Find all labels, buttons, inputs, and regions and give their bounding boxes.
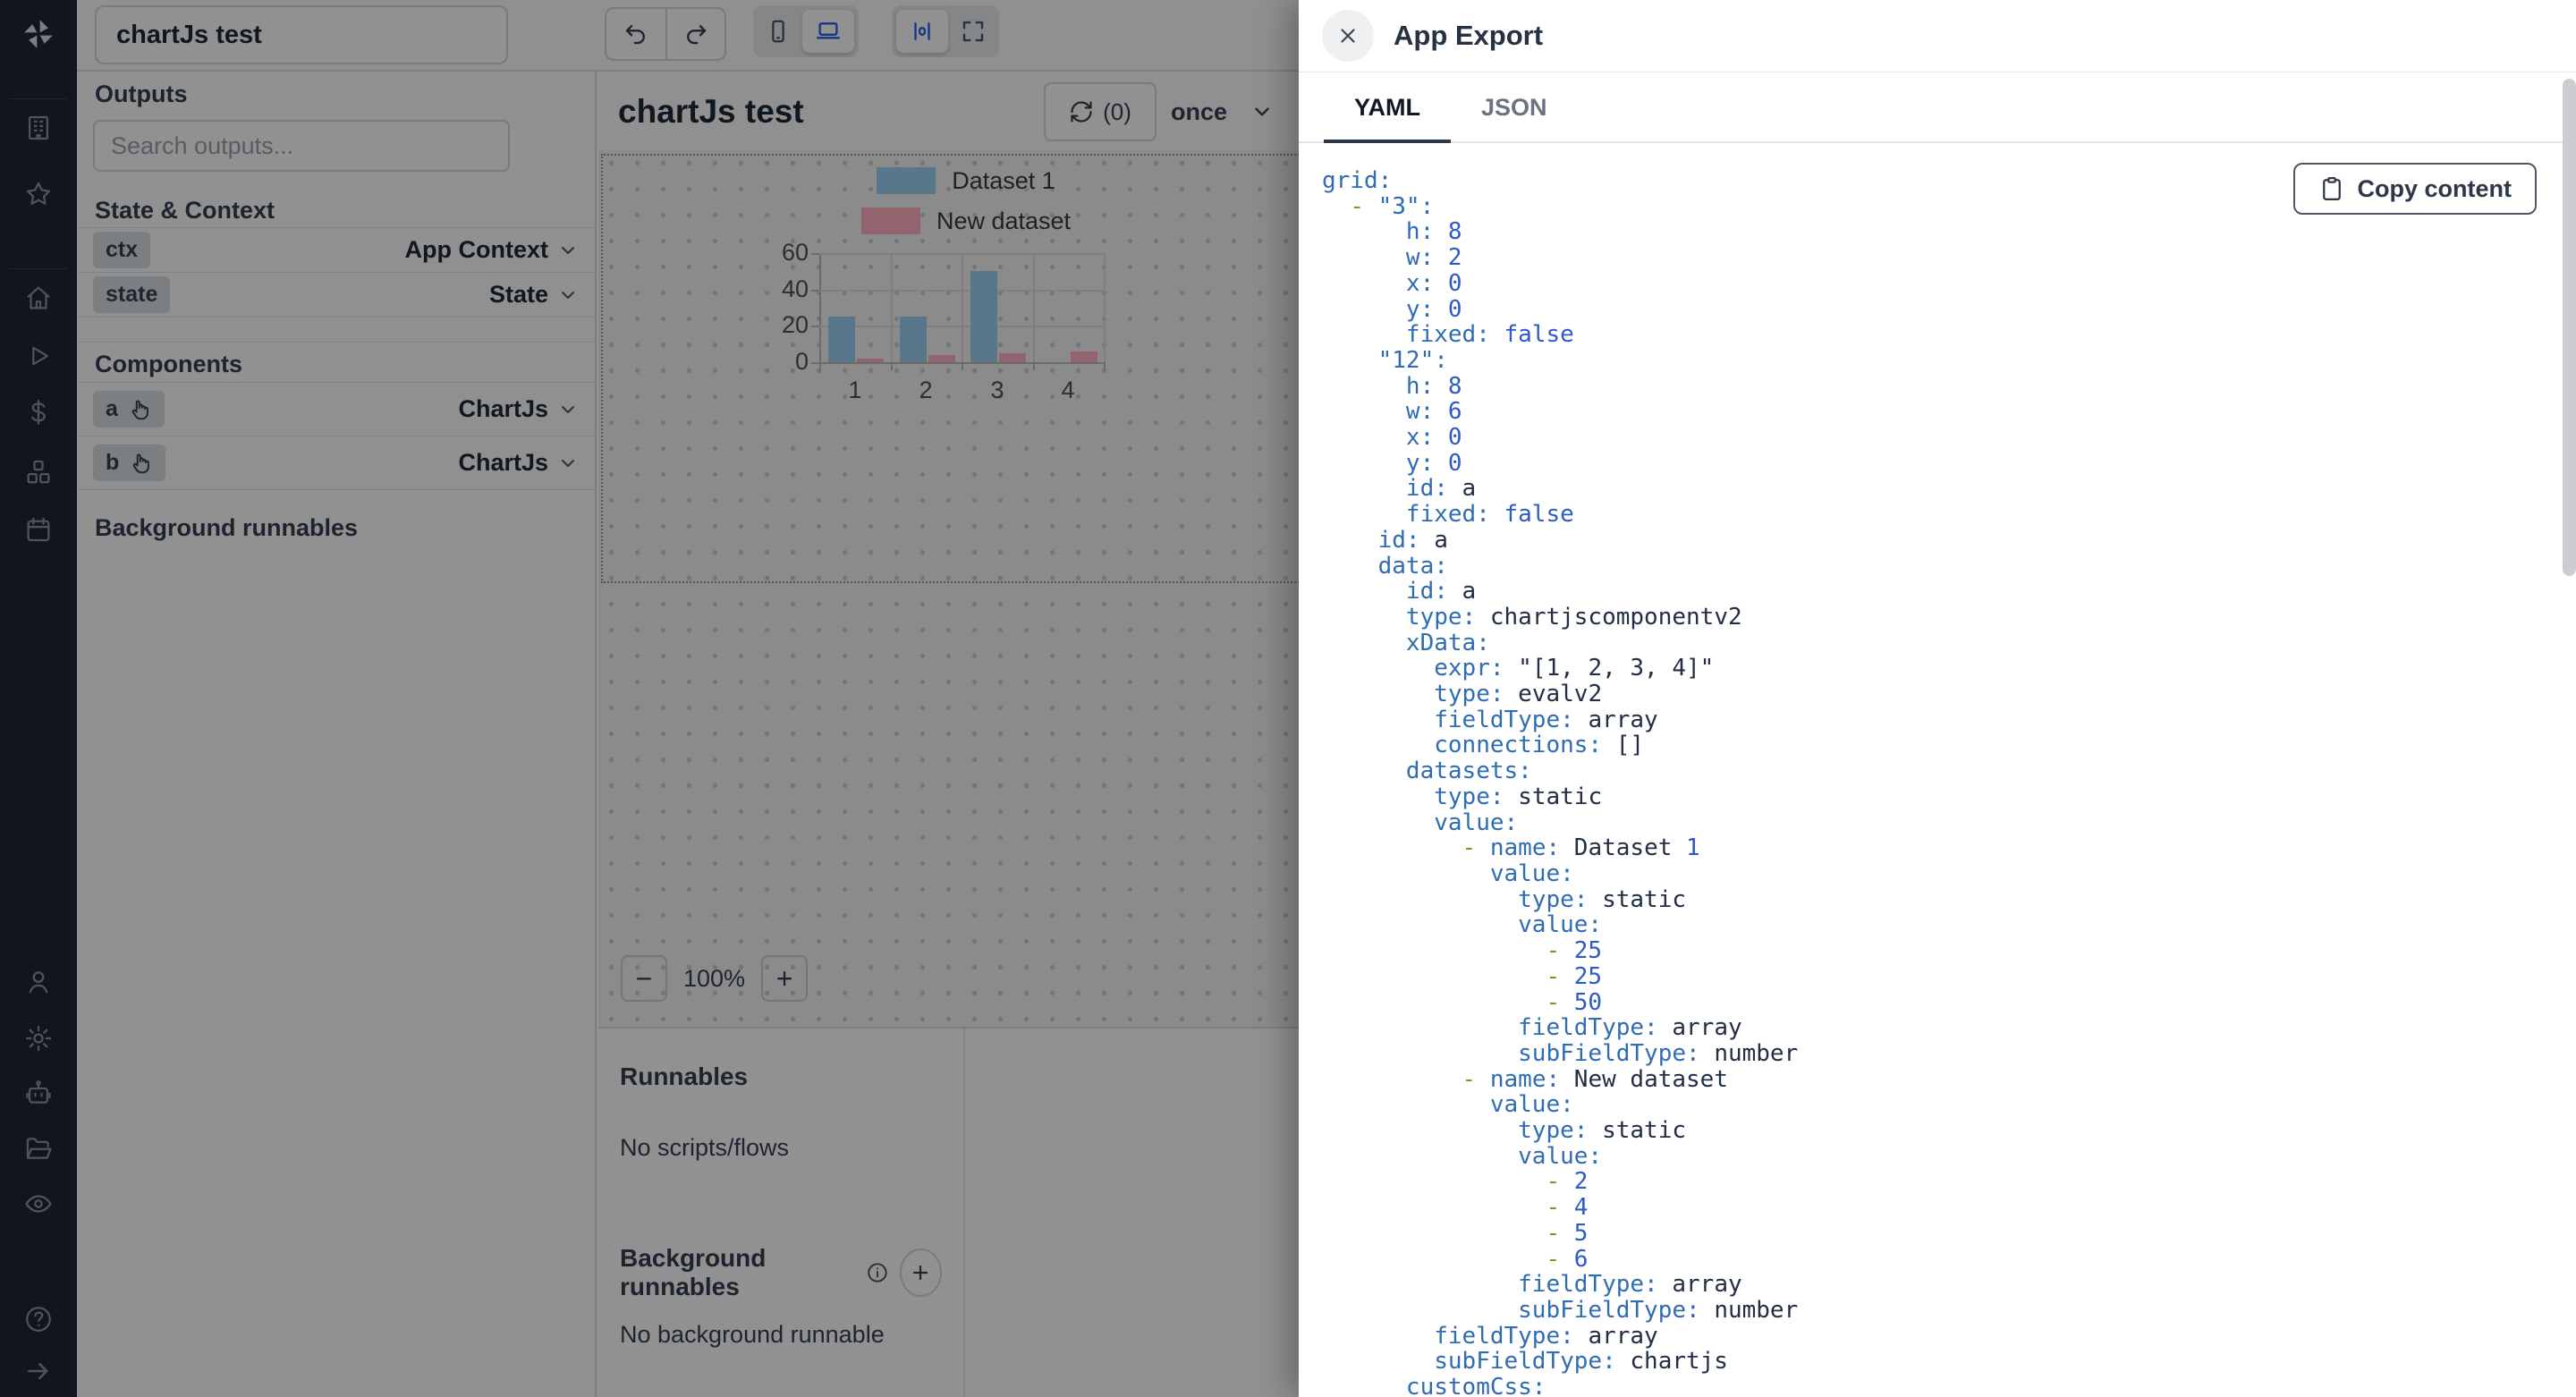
code-line: subFieldType: number — [1518, 1039, 1799, 1067]
code-line: type: static — [1518, 885, 1687, 913]
code-line: type: evalv2 — [1434, 681, 1603, 708]
code-line: type: static — [1434, 783, 1603, 810]
code-line: h: 8 — [1405, 372, 1462, 400]
code-line: h: 8 — [1405, 218, 1462, 246]
code-line: value: — [1518, 911, 1603, 939]
code-line: fixed: false — [1405, 321, 1574, 349]
clipboard-icon — [2322, 177, 2341, 200]
code-line: xData: — [1405, 629, 1490, 656]
code-line: x: 0 — [1405, 424, 1462, 452]
code-line: value: — [1518, 1142, 1603, 1170]
code-line: subFieldType: chartjs — [1434, 1348, 1728, 1376]
code-line: fieldType: array — [1434, 706, 1658, 733]
code-line: value: — [1489, 1091, 1574, 1119]
drawer-backdrop[interactable] — [0, 0, 1299, 1397]
code-line: w: 6 — [1405, 398, 1462, 426]
code-line: id: a — [1405, 475, 1477, 503]
copy-content-button[interactable]: Copy content — [2292, 163, 2537, 215]
drawer-title: App Export — [1394, 20, 1544, 51]
code-line: customCss: — [1405, 1374, 1546, 1397]
app-export-drawer: App Export YAML JSON Copy content grid: … — [1299, 0, 2576, 1397]
code-line: - 5 — [1546, 1219, 1589, 1247]
code-line: - 6 — [1546, 1245, 1589, 1273]
code-line: datasets: — [1405, 758, 1532, 785]
tab-yaml[interactable]: YAML — [1324, 73, 1452, 143]
code-line: - 2 — [1546, 1168, 1589, 1196]
code-line: y: 0 — [1405, 295, 1462, 323]
app-editor-screen: Outputs State & Context ctx App Context … — [0, 0, 2576, 1397]
code-line: - 50 — [1546, 988, 1603, 1016]
code-line: - name: New dataset — [1462, 1065, 1728, 1093]
code-line: - 25 — [1546, 937, 1603, 965]
code-line: y: 0 — [1405, 449, 1462, 477]
code-line: id: a — [1405, 578, 1477, 605]
code-line: "12": — [1377, 346, 1448, 374]
drawer-header: App Export — [1299, 0, 2576, 72]
code-line: w: 2 — [1405, 244, 1462, 272]
code-line: expr: "[1, 2, 3, 4]" — [1434, 655, 1715, 682]
yaml-code-editor[interactable]: grid: - "3": h: 8 w: 2 x: 0 y: 0 fixed: … — [1299, 143, 2558, 1397]
code-line: - 25 — [1546, 962, 1603, 990]
code-line: type: static — [1518, 1117, 1687, 1145]
code-line: value: — [1489, 859, 1574, 887]
close-icon — [1341, 29, 1355, 43]
code-line: - name: Dataset 1 — [1462, 834, 1700, 862]
code-line: id: a — [1377, 526, 1448, 554]
code-line: value: — [1434, 809, 1519, 836]
code-line: data: — [1377, 552, 1448, 580]
close-button[interactable] — [1322, 10, 1374, 62]
code-line: x: 0 — [1405, 269, 1462, 297]
code-line: fieldType: array — [1518, 1271, 1742, 1299]
export-format-tabs: YAML JSON — [1299, 73, 2576, 143]
code-line: connections: [] — [1434, 732, 1645, 759]
code-line: subFieldType: number — [1518, 1296, 1799, 1324]
tab-json[interactable]: JSON — [1451, 73, 1578, 141]
code-line: - 4 — [1546, 1194, 1589, 1222]
code-line: type: chartjscomponentv2 — [1405, 603, 1742, 631]
code-line: fieldType: array — [1518, 1014, 1742, 1042]
code-line: fixed: false — [1405, 501, 1574, 529]
scrollbar-thumb[interactable] — [2563, 79, 2576, 576]
code-line: fieldType: array — [1434, 1322, 1658, 1350]
